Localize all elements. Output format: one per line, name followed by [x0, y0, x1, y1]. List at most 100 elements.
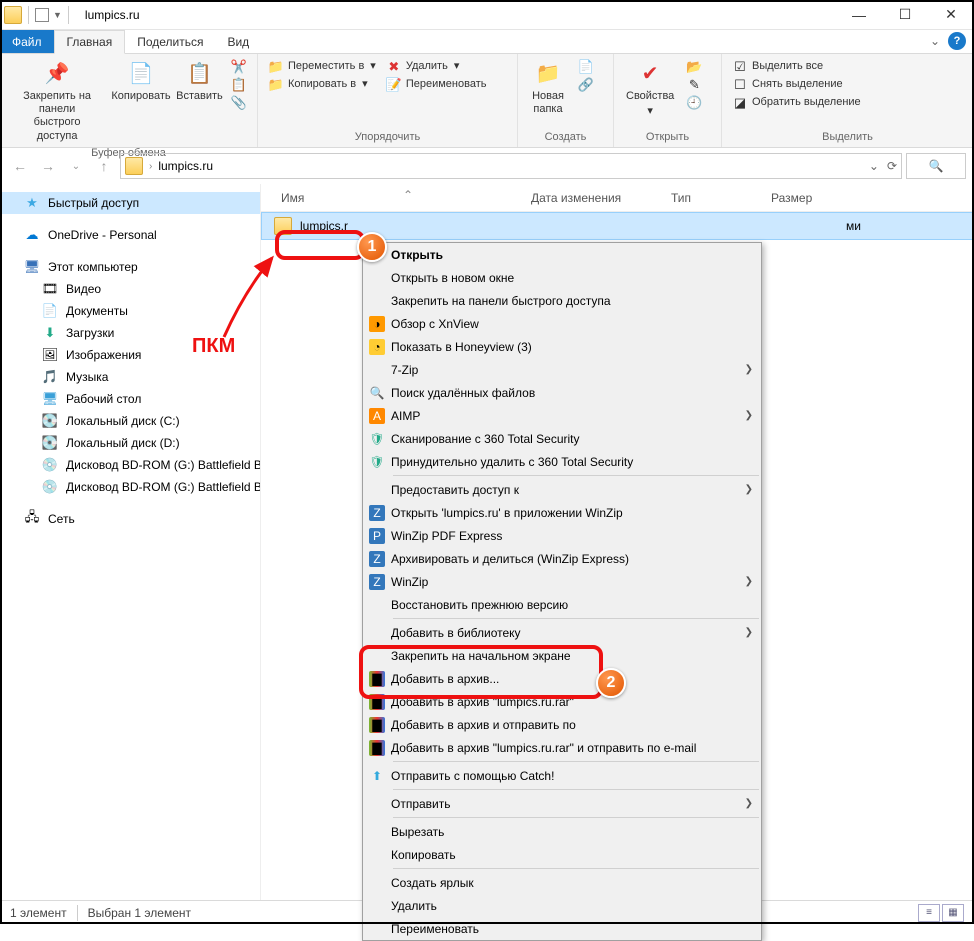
copypath-small-button[interactable]: 📋 [229, 76, 249, 94]
ctx-add-archive[interactable]: ▇Добавить в архив... [363, 667, 761, 690]
ctx-add-send-rar[interactable]: ▇Добавить в архив "lumpics.ru.rar" и отп… [363, 736, 761, 759]
breadcrumb[interactable]: lumpics.ru [158, 159, 213, 173]
pin-quickaccess-button[interactable]: 📌Закрепить на панели быстрого доступа [8, 58, 106, 145]
paste-button[interactable]: 📋Вставить [176, 58, 223, 105]
address-box[interactable]: › lumpics.ru ⌄ ⟳ [120, 153, 902, 179]
selectall-button[interactable]: ☑Выделить все [730, 58, 863, 76]
ctx-xnview[interactable]: ◑Обзор с XnView [363, 312, 761, 335]
ctx-send[interactable]: Отправить❯ [363, 792, 761, 815]
nav-back-button[interactable]: ← [8, 154, 32, 178]
qat-icon[interactable] [35, 8, 49, 22]
selectnone-button[interactable]: ☐Снять выделение [730, 76, 863, 94]
window-title: lumpics.ru [85, 8, 140, 22]
sidebar-item-network[interactable]: 🖧Сеть [0, 508, 260, 530]
quick-access-toolbar: ▼ [0, 6, 77, 24]
ribbon-tabs: Файл Главная Поделиться Вид ⌄ ? [0, 30, 974, 54]
open-small-button[interactable]: 📂 [684, 58, 704, 76]
close-button[interactable]: ✕ [928, 0, 974, 30]
newitem-small-button[interactable]: 📄 [576, 58, 596, 76]
sidebar-item-video[interactable]: 🎞Видео [0, 278, 260, 300]
ctx-add-archive-rar[interactable]: ▇Добавить в архив "lumpics.ru.rar" [363, 690, 761, 713]
ctx-send-catch[interactable]: ⬆Отправить с помощью Catch! [363, 764, 761, 787]
ctx-cut[interactable]: Вырезать [363, 820, 761, 843]
nav-up-button[interactable]: ↑ [92, 154, 116, 178]
sidebar-item-diskc[interactable]: 💽Локальный диск (C:) [0, 410, 260, 432]
ctx-winzip-pdf[interactable]: PWinZip PDF Express [363, 524, 761, 547]
easyaccess-small-button[interactable]: 🔗 [576, 76, 596, 94]
address-bar: ← → ⌄ ↑ › lumpics.ru ⌄ ⟳ 🔍 [0, 148, 974, 184]
view-large-button[interactable]: ▦ [942, 904, 964, 922]
title-bar: ▼ lumpics.ru — ☐ ✕ [0, 0, 974, 30]
context-menu: Открыть Открыть в новом окне Закрепить н… [362, 242, 762, 941]
nav-recent-button[interactable]: ⌄ [64, 154, 88, 178]
ctx-restore-previous[interactable]: Восстановить прежнюю версию [363, 593, 761, 616]
rename-button[interactable]: 📝Переименовать [384, 76, 489, 94]
sidebar-item-documents[interactable]: 📄Документы [0, 300, 260, 322]
properties-button[interactable]: ✔Свойства▾ [622, 58, 678, 120]
tab-home[interactable]: Главная [54, 30, 126, 54]
group-open-label: Открыть [622, 129, 713, 143]
sidebar-item-onedrive[interactable]: ☁OneDrive - Personal [0, 224, 260, 246]
folder-icon [125, 157, 143, 175]
search-icon: 🔍 [929, 159, 944, 173]
search-box[interactable]: 🔍 [906, 153, 966, 179]
ribbon-collapse-icon[interactable]: ⌄ [930, 34, 940, 48]
col-name[interactable]: Имя⌃ [273, 191, 523, 205]
addr-dropdown-icon[interactable]: ⌄ [869, 159, 879, 173]
sidebar-item-quickaccess[interactable]: ★Быстрый доступ [0, 192, 260, 214]
selectinvert-button[interactable]: ◪Обратить выделение [730, 94, 863, 112]
help-icon[interactable]: ? [948, 32, 966, 50]
ctx-pin-quickaccess[interactable]: Закрепить на панели быстрого доступа [363, 289, 761, 312]
ctx-delete[interactable]: Удалить [363, 894, 761, 917]
sidebar-item-bdrom2[interactable]: 💿Дисковод BD-ROM (G:) Battlefield Ba [0, 476, 260, 498]
delete-button[interactable]: ✖Удалить▾ [384, 58, 489, 76]
maximize-button[interactable]: ☐ [882, 0, 928, 30]
ctx-honeyview[interactable]: ◔Показать в Honeyview (3) [363, 335, 761, 358]
qat-dropdown-icon[interactable]: ▼ [53, 10, 62, 20]
tab-share[interactable]: Поделиться [125, 30, 215, 53]
newfolder-button[interactable]: 📁Новая папка [526, 58, 570, 118]
copy-button[interactable]: 📄Копировать [112, 58, 170, 105]
sidebar-item-thispc[interactable]: 🖥Этот компьютер [0, 256, 260, 278]
copyto-button[interactable]: 📁Копировать в▾ [266, 76, 378, 94]
folder-icon [274, 217, 292, 235]
nav-forward-button[interactable]: → [36, 154, 60, 178]
refresh-icon[interactable]: ⟳ [887, 159, 897, 173]
tab-view[interactable]: Вид [215, 30, 261, 53]
edit-small-button[interactable]: ✎ [684, 76, 704, 94]
ctx-search-deleted[interactable]: 🔍Поиск удалённых файлов [363, 381, 761, 404]
status-count: 1 элемент [10, 906, 67, 920]
ctx-rename[interactable]: Переименовать [363, 917, 761, 940]
ctx-share-access[interactable]: Предоставить доступ к❯ [363, 478, 761, 501]
ctx-create-shortcut[interactable]: Создать ярлык [363, 871, 761, 894]
ctx-open[interactable]: Открыть [363, 243, 761, 266]
minimize-button[interactable]: — [836, 0, 882, 30]
ctx-winzip[interactable]: ZWinZip❯ [363, 570, 761, 593]
ctx-open-new-window[interactable]: Открыть в новом окне [363, 266, 761, 289]
ctx-add-library[interactable]: Добавить в библиотеку❯ [363, 621, 761, 644]
col-date[interactable]: Дата изменения [523, 191, 663, 205]
moveto-button[interactable]: 📁Переместить в▾ [266, 58, 378, 76]
history-small-button[interactable]: 🕘 [684, 94, 704, 112]
ctx-copy[interactable]: Копировать [363, 843, 761, 866]
ctx-winzip-express[interactable]: ZАрхивировать и делиться (WinZip Express… [363, 547, 761, 570]
pasteshortcut-small-button[interactable]: 📎 [229, 94, 249, 112]
ctx-aimp[interactable]: AAIMP❯ [363, 404, 761, 427]
cut-small-button[interactable]: ✂️ [229, 58, 249, 76]
sidebar-item-desktop[interactable]: 🖥Рабочий стол [0, 388, 260, 410]
file-date-frag: ми [846, 219, 861, 233]
tab-file[interactable]: Файл [0, 30, 54, 53]
sidebar-item-diskd[interactable]: 💽Локальный диск (D:) [0, 432, 260, 454]
ctx-scan-360[interactable]: 🛡Сканирование с 360 Total Security [363, 427, 761, 450]
col-size[interactable]: Размер [763, 191, 820, 205]
ctx-open-winzip[interactable]: ZОткрыть 'lumpics.ru' в приложении WinZi… [363, 501, 761, 524]
ctx-7zip[interactable]: 7-Zip❯ [363, 358, 761, 381]
ctx-force-delete-360[interactable]: 🛡Принудительно удалить с 360 Total Secur… [363, 450, 761, 473]
col-type[interactable]: Тип [663, 191, 763, 205]
ctx-pin-start[interactable]: Закрепить на начальном экране [363, 644, 761, 667]
sidebar-item-bdrom1[interactable]: 💿Дисковод BD-ROM (G:) Battlefield B [0, 454, 260, 476]
chevron-right-icon: ❯ [745, 798, 753, 809]
sidebar-item-music[interactable]: 🎵Музыка [0, 366, 260, 388]
view-details-button[interactable]: ≡ [918, 904, 940, 922]
ctx-add-send[interactable]: ▇Добавить в архив и отправить по [363, 713, 761, 736]
